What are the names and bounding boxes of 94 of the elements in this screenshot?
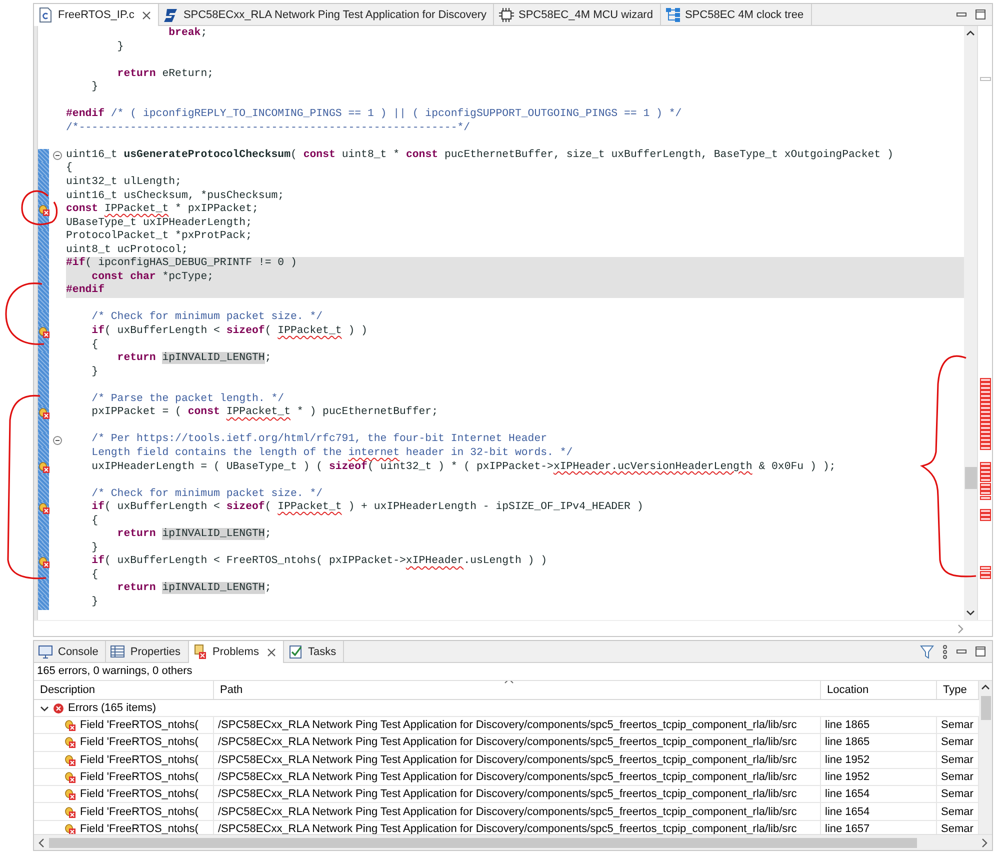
code-line: pxIPPacket = ( const IPPacket_t * ) pucEthernetBuffer; [90, 406, 439, 420]
overview-ruler[interactable] [977, 26, 992, 620]
code-line: if( uxBufferLength < sizeof( IPPacket_t ) ) [90, 325, 368, 339]
more-icon[interactable] [942, 644, 948, 658]
chevron-left-icon[interactable] [38, 838, 45, 848]
table-cell: line 1654 [821, 786, 937, 802]
code-line: uint32_t ulLength; [66, 176, 182, 190]
maximize-icon[interactable] [975, 646, 986, 657]
chevron-down-icon[interactable] [40, 704, 49, 712]
panel-tab[interactable]: Problems [188, 641, 284, 663]
code-line: UBaseType_t uxIPHeaderLength; [66, 216, 253, 230]
table-cell: /SPC58ECxx_RLA Network Ping Test Application for Discovery/components/spc5_freertos_tcpip_component_rla/lib/src [214, 734, 821, 751]
table-cell: /SPC58ECxx_RLA Network Ping Test Application for Discovery/components/spc5_freertos_tcpip_component_rla/lib/src [214, 768, 821, 786]
diagram-icon [664, 6, 681, 22]
code-line: } [90, 81, 100, 95]
error-icon [64, 822, 76, 834]
chevron-right-icon[interactable] [981, 838, 988, 848]
code-line: } [90, 542, 100, 555]
code-line: } [90, 366, 100, 380]
editor-tab[interactable]: FreeRTOS_IP.c [34, 4, 160, 26]
code-line: if( uxBufferLength < sizeof( IPPacket_t ) + uxIPHeaderLength - ipSIZE_OF_IPv4_HEADER ) [90, 501, 644, 515]
error-icon [64, 771, 76, 784]
group-label: Errors (165 items) [68, 702, 156, 714]
scroll-thumb[interactable] [49, 838, 917, 848]
code-line: } [90, 596, 100, 610]
table-cell: /SPC58ECxx_RLA Network Ping Test Application for Discovery/components/spc5_freertos_tcpip_component_rla/lib/src [214, 786, 821, 802]
code-line: /* Per https://tools.ietf.org/html/rfc791, the four-bit Internet Header [90, 433, 548, 447]
code-line: if( uxBufferLength < FreeRTOS_ntohs( pxIPPacket->xIPHeader.usLength ) ) [90, 555, 548, 569]
table-cell: line 1865 [821, 717, 937, 734]
table-cell: line 1865 [821, 734, 937, 751]
maximize-icon[interactable] [975, 9, 986, 20]
code-line: { [66, 162, 74, 176]
code-line: } [116, 40, 125, 54]
code-line: uint16_t usGenerateProtocolChecksum( const uint8_t * const pucEthernetBuffer, size_t uxBufferLength, BaseType_t xOutgoingPacket ) [66, 148, 894, 162]
logo-icon [163, 6, 180, 22]
error-icon [64, 736, 76, 748]
table-cell: Field 'FreeRTOS_ntohs( [80, 736, 198, 748]
table-cell: /SPC58ECxx_RLA Network Ping Test Application for Discovery/components/spc5_freertos_tcpip_component_rla/lib/src [214, 717, 821, 734]
table-cell: /SPC58ECxx_RLA Network Ping Test Application for Discovery/components/spc5_freertos_tcpip_component_rla/lib/src [214, 803, 821, 820]
chevron-up-icon[interactable] [981, 684, 990, 690]
table-icon [110, 644, 126, 660]
code-line: uint8_t ucProtocol; [66, 244, 189, 257]
code-line: /* Parse the packet length. */ [90, 392, 286, 406]
code-line: { [90, 568, 100, 582]
code-line: const IPPacket_t * pxIPPacket; [66, 203, 260, 217]
vertical-scrollbar[interactable] [979, 681, 992, 834]
chevron-up-icon[interactable] [966, 30, 975, 36]
monitor-icon [38, 644, 54, 660]
code-line: return eReturn; [116, 68, 215, 82]
table-cell: line 1952 [821, 752, 937, 768]
table-cell: Field 'FreeRTOS_ntohs( [80, 788, 198, 800]
close-icon[interactable] [142, 10, 152, 20]
tree-group-row[interactable]: Errors (165 items) [34, 700, 979, 717]
collapse-icon[interactable] [53, 151, 62, 160]
scroll-thumb[interactable] [965, 467, 977, 489]
table-cell: line 1952 [821, 768, 937, 786]
code-line: { [90, 338, 100, 352]
code-line: break; [168, 27, 208, 41]
code-line: uint16_t usChecksum, *pusChecksum; [66, 190, 286, 203]
error-icon [64, 806, 76, 818]
code-line: Length field contains the length of the internet header in 32-bit words. */ [90, 446, 574, 460]
code-line: { [90, 514, 100, 528]
table-cell: line 1654 [821, 803, 937, 820]
column-header[interactable]: Path [214, 681, 821, 699]
column-header[interactable]: Description [34, 681, 214, 699]
error-circle-icon [53, 702, 64, 714]
file-icon [38, 7, 54, 23]
table-cell: /SPC58ECxx_RLA Network Ping Test Application for Discovery/components/spc5_freertos_tcpip_component_rla/lib/src [214, 752, 821, 768]
code-line: /* Check for minimum packet size. */ [90, 311, 324, 325]
code-line: /*-----------------------------------------------------------*/ [66, 122, 472, 136]
vertical-scrollbar[interactable] [964, 26, 977, 620]
error-icon [64, 788, 76, 800]
chevron-right-icon[interactable] [957, 624, 964, 634]
clipboard-icon [288, 644, 304, 660]
filter-icon[interactable] [920, 644, 934, 658]
code-line: ProtocolPacket_t *pxProtPack; [66, 230, 253, 244]
table-cell: Field 'FreeRTOS_ntohs( [80, 822, 198, 834]
problems-summary: 165 errors, 0 warnings, 0 others [34, 663, 992, 681]
chip-icon [498, 6, 514, 22]
close-icon[interactable] [266, 648, 276, 656]
chevron-down-icon[interactable] [966, 610, 975, 616]
table-cell: Field 'FreeRTOS_ntohs( [80, 754, 198, 766]
code-line: uxIPHeaderLength = ( UBaseType_t ) ( sizeof( uint32_t ) * ( pxIPPacket->xIPHeader.ucVersionHeaderLength & 0x0Fu ) ); [90, 460, 837, 474]
code-line: /* Check for minimum packet size. */ [90, 488, 324, 501]
column-header[interactable]: Location [821, 681, 937, 699]
table-cell: Field 'FreeRTOS_ntohs( [80, 771, 198, 784]
table-cell: Field 'FreeRTOS_ntohs( [80, 806, 198, 818]
table-cell: Field 'FreeRTOS_ntohs( [80, 719, 198, 732]
problems-icon [192, 644, 208, 660]
scroll-thumb[interactable] [980, 696, 990, 720]
error-icon [64, 754, 76, 766]
collapse-icon[interactable] [53, 436, 62, 445]
error-icon [64, 719, 76, 732]
code-line: #endif /* ( ipconfigREPLY_TO_INCOMING_PINGS == 1 ) || ( ipconfigSUPPORT_OUTGOING_PINGS == 1 ) */ [66, 108, 683, 122]
